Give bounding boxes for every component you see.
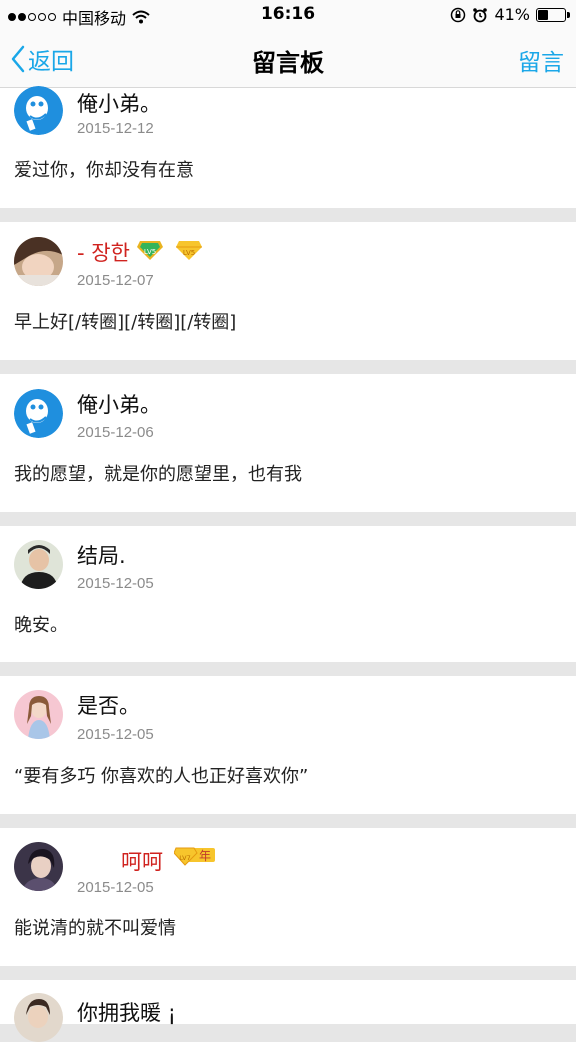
- message-date: 2015-12-05: [77, 726, 154, 743]
- back-button[interactable]: 返回: [10, 42, 74, 76]
- battery-icon: [536, 7, 570, 22]
- lv5-diamond-badge-icon: LV5: [176, 241, 202, 260]
- leave-message-button[interactable]: 留言: [518, 43, 564, 77]
- message-date: 2015-12-12: [77, 120, 154, 137]
- navigation-bar: 返回 留言板 留言: [0, 30, 576, 88]
- blue-cartoon-avatar-icon: [14, 86, 63, 135]
- message-content: 爱过你，你却没有在意: [14, 160, 194, 181]
- status-bar: 中国移动 16:16 41%: [0, 0, 576, 30]
- user-avatar[interactable]: [14, 540, 63, 589]
- user-avatar[interactable]: [14, 842, 63, 891]
- message-content: “要有多巧 你喜欢的人也正好喜欢你”: [14, 766, 309, 787]
- photo-avatar-icon: [14, 842, 63, 891]
- message-content: 能说清的就不叫爱情: [14, 918, 176, 939]
- user-avatar[interactable]: [14, 690, 63, 739]
- photo-avatar-icon: [14, 540, 63, 589]
- username[interactable]: 俺小弟。: [77, 88, 161, 118]
- message-date: 2015-12-05: [77, 575, 154, 592]
- photo-avatar-icon: [14, 993, 63, 1042]
- user-avatar[interactable]: [14, 86, 63, 135]
- message-card[interactable]: 呵呵 LV7 年 2015-12-05 能说清的就不叫爱情: [0, 828, 576, 966]
- back-label: 返回: [28, 49, 74, 75]
- blue-cartoon-avatar-icon: [14, 389, 63, 438]
- username[interactable]: 俺小弟。: [77, 389, 161, 419]
- message-content: 晚安。: [14, 615, 68, 636]
- lv5-green-badge-icon: LV5: [137, 241, 163, 260]
- message-date: 2015-12-06: [77, 424, 154, 441]
- year-badge-label: 年: [199, 849, 212, 863]
- svg-text:LV5: LV5: [144, 248, 156, 256]
- username[interactable]: 你拥我暖 ¡: [77, 997, 176, 1027]
- message-content: 早上好[/转圈][/转圈][/转圈]: [14, 312, 237, 333]
- alarm-icon: [473, 7, 488, 22]
- username[interactable]: 是否。: [77, 690, 140, 720]
- username[interactable]: 呵呵: [121, 846, 163, 876]
- user-avatar[interactable]: [14, 389, 63, 438]
- message-card[interactable]: 俺小弟。 2015-12-12 爱过你，你却没有在意: [0, 86, 576, 208]
- message-date: 2015-12-05: [77, 879, 154, 896]
- message-card[interactable]: 俺小弟。 2015-12-06 我的愿望，就是你的愿望里，也有我: [0, 374, 576, 512]
- user-avatar[interactable]: [14, 237, 63, 286]
- battery-percent: 41%: [494, 5, 530, 24]
- status-right: 41%: [450, 5, 570, 24]
- page-title: 留言板: [252, 49, 324, 77]
- photo-avatar-icon: [14, 237, 63, 286]
- message-card[interactable]: 是否。 2015-12-05 “要有多巧 你喜欢的人也正好喜欢你”: [0, 676, 576, 814]
- svg-text:LV5: LV5: [183, 249, 195, 257]
- username[interactable]: - 장한: [77, 237, 130, 267]
- message-date: 2015-12-07: [77, 272, 154, 289]
- photo-avatar-icon: [14, 690, 63, 739]
- username[interactable]: 结局.: [77, 540, 126, 570]
- message-card[interactable]: 结局. 2015-12-05 晚安。: [0, 526, 576, 662]
- chevron-left-icon: [11, 45, 25, 73]
- message-content: 我的愿望，就是你的愿望里，也有我: [14, 464, 302, 485]
- svg-text:LV7: LV7: [179, 854, 191, 862]
- orientation-lock-icon: [451, 7, 466, 22]
- user-avatar[interactable]: [14, 993, 63, 1042]
- message-card[interactable]: 你拥我暖 ¡: [0, 980, 576, 1042]
- message-card[interactable]: - 장한 LV5 LV5 2015-12-07 早上好[/转圈][/转圈][/转…: [0, 222, 576, 360]
